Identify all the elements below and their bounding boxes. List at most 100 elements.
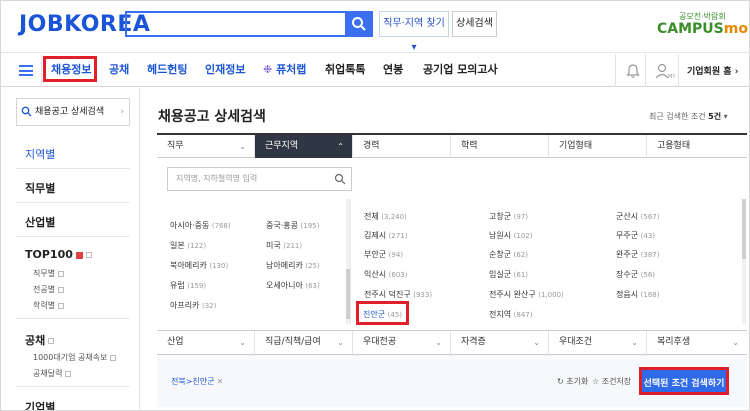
sidebar-sub-1000-gongchae[interactable]: 1000대기업 공채속보 <box>33 352 117 363</box>
list-item[interactable]: 전주시 덕진구 (933) <box>364 289 432 300</box>
tab-label: 우대조건 <box>559 337 593 347</box>
save-condition-button[interactable]: ☆ 조건저장 <box>592 376 631 387</box>
list-item[interactable]: 남원시 (102) <box>489 230 532 241</box>
bell-icon[interactable] <box>625 63 641 79</box>
list-item[interactable]: 중국·홍콩 (195) <box>266 220 319 231</box>
recent-conditions-dropdown[interactable]: 최근 검색한 조건 5건 ▾ <box>649 111 728 122</box>
chevron-right-icon: › <box>120 107 124 117</box>
region-detail-scrollbar[interactable] <box>742 199 746 324</box>
list-item[interactable]: 무주군 (43) <box>616 230 655 241</box>
filter-tabs-secondary: 산업 ⌄ 직급/직책/급여 ⌄ 우대전공 ⌄ 자격증 ⌄ 우대조건 ⌄ 복리후생 ⌄ <box>157 330 747 355</box>
tab-position-salary[interactable]: 직급/직책/급여 ⌄ <box>255 331 353 354</box>
sidebar-item-job[interactable]: 직무별 <box>25 180 55 196</box>
tab-license[interactable]: 자격증 ⌄ <box>451 331 549 354</box>
close-icon[interactable]: ✕ <box>217 377 224 386</box>
list-item-name: 일본 <box>170 241 185 250</box>
list-item[interactable]: 임실군 (61) <box>489 269 528 280</box>
list-item[interactable]: 익산시 (603) <box>364 269 407 280</box>
corp-home-link[interactable]: 기업회원 홈 › <box>687 64 738 77</box>
nav-item-mock-exam[interactable]: 공기업 모의고사 <box>423 61 498 77</box>
list-item[interactable]: 부안군 (94) <box>364 249 403 260</box>
list-item[interactable]: 고창군 (97) <box>489 211 528 222</box>
sidebar-sub-by-job[interactable]: 직무별 <box>33 268 65 279</box>
hamburger-menu-icon[interactable] <box>19 65 33 76</box>
list-item[interactable]: 정읍시 (168) <box>616 289 659 300</box>
sidebar-item-top100[interactable]: TOP100 <box>25 248 92 261</box>
list-item[interactable]: 전체 (3,240) <box>364 211 407 222</box>
tab-preferred[interactable]: 우대조건 ⌄ <box>549 331 647 354</box>
sidebar-detail-search[interactable]: 채용공고 상세검색 › <box>16 98 130 126</box>
sidebar-sub-by-major[interactable]: 전공별 <box>33 284 65 295</box>
list-item-count: (567) <box>640 213 660 221</box>
external-icon <box>48 338 55 344</box>
list-item[interactable]: 장수군 (56) <box>616 269 655 280</box>
tab-industry[interactable]: 산업 ⌄ <box>157 331 255 354</box>
search-button[interactable] <box>345 11 373 37</box>
nav-divider <box>615 54 616 87</box>
reset-button[interactable]: ↻ 초기화 <box>557 376 588 387</box>
page-title: 채용공고 상세검색 <box>158 109 266 125</box>
detail-search-button[interactable]: 상세검색 <box>452 11 497 37</box>
nav-item-salary[interactable]: 연봉 <box>383 61 403 77</box>
list-item-count: (768) <box>211 222 231 230</box>
list-item-count: (94) <box>388 251 404 259</box>
list-item-count: (933) <box>413 291 433 299</box>
nav-item-futurelab[interactable]: ❉ 퓨처랩 <box>263 61 306 77</box>
sidebar-sub-calendar[interactable]: 공채달력 <box>33 368 72 379</box>
nav-item-gongchae[interactable]: 공채 <box>109 61 129 77</box>
search-selected-button[interactable]: 선택된 조건 검색하기 <box>639 367 729 395</box>
list-item-count: (25) <box>305 262 320 270</box>
scrollbar-thumb[interactable] <box>742 199 746 259</box>
nav-item-talent[interactable]: 인재정보 <box>205 61 245 77</box>
tab-job[interactable]: 직무 ⌄ <box>157 135 255 158</box>
tab-employment-type[interactable]: 고용형태 <box>647 135 747 158</box>
page-frame: JOBKOREA 직무·지역 찾기 ▾ 상세검색 공모전·박람회 CAMPUSm… <box>0 0 750 411</box>
region-group-list: 아시아·중동 (768) 중국·홍콩 (195) 일본 (122) 미국 (21… <box>158 199 351 324</box>
external-icon <box>65 370 72 377</box>
list-item[interactable]: 전지역 (847) <box>489 309 532 320</box>
list-item[interactable]: 미국 (211) <box>266 240 302 251</box>
search-input[interactable] <box>125 11 347 37</box>
scrollbar-thumb[interactable] <box>346 269 350 319</box>
tab-label: 자격증 <box>461 337 486 347</box>
external-icon <box>58 286 65 293</box>
tab-work-region[interactable]: 근무지역 ⌃ <box>255 135 353 158</box>
list-item[interactable]: 김제시 (271) <box>364 230 407 241</box>
chevron-down-icon: ⌄ <box>239 338 246 347</box>
region-group-scrollbar[interactable] <box>346 199 350 324</box>
list-item[interactable]: 유럽 (159) <box>170 280 206 291</box>
sidebar-item-industry[interactable]: 산업별 <box>25 214 55 230</box>
list-item[interactable]: 일본 (122) <box>170 240 206 251</box>
sidebar-item-gongchae[interactable]: 공채 <box>25 332 55 348</box>
location-search-input[interactable]: 지역명, 지하철역명 입력 <box>167 167 352 191</box>
list-item[interactable]: 전주시 완산구 (1,000) <box>489 289 564 300</box>
tab-education[interactable]: 학력 <box>451 135 549 158</box>
sidebar-sub-by-edu[interactable]: 학력별 <box>33 300 65 311</box>
selected-tag[interactable]: 전북>진안군 ✕ <box>171 376 223 387</box>
tab-major[interactable]: 우대전공 ⌄ <box>353 331 451 354</box>
tab-career[interactable]: 경력 <box>353 135 451 158</box>
tab-welfare[interactable]: 복리후생 ⌄ <box>647 331 747 354</box>
list-item-count: (159) <box>187 282 207 290</box>
list-item[interactable]: 아시아·중동 (768) <box>170 220 231 231</box>
list-item[interactable]: 완주군 (387) <box>616 249 659 260</box>
list-item[interactable]: 오세아니아 (63) <box>266 280 320 291</box>
list-item[interactable]: 남아메리카 (25) <box>266 260 320 271</box>
sidebar-divider <box>16 202 130 203</box>
sidebar-divider <box>16 168 130 169</box>
list-item-count: (387) <box>640 251 660 259</box>
list-item[interactable]: 군산시 (567) <box>616 211 659 222</box>
list-item-name: 전지역 <box>489 310 512 319</box>
sidebar-item-gongchae-label: 공채 <box>25 334 46 347</box>
list-item[interactable]: 아프리카 (32) <box>170 300 216 311</box>
list-item[interactable]: 순창군 (62) <box>489 249 528 260</box>
tab-company-type[interactable]: 기업형태 <box>549 135 647 158</box>
campusmon-logo[interactable]: CAMPUSmon <box>657 21 749 37</box>
nav-item-talk[interactable]: 취업톡톡 <box>325 61 365 77</box>
sidebar-item-company[interactable]: 기업별 <box>25 399 55 410</box>
user-icon[interactable]: MY <box>655 63 679 79</box>
nav-item-headhunting[interactable]: 헤드헌팅 <box>147 61 187 77</box>
job-location-finder-button[interactable]: 직무·지역 찾기 ▾ <box>379 11 449 53</box>
list-item[interactable]: 북아메리카 (130) <box>170 260 228 271</box>
sidebar-item-region[interactable]: 지역별 <box>25 146 55 162</box>
